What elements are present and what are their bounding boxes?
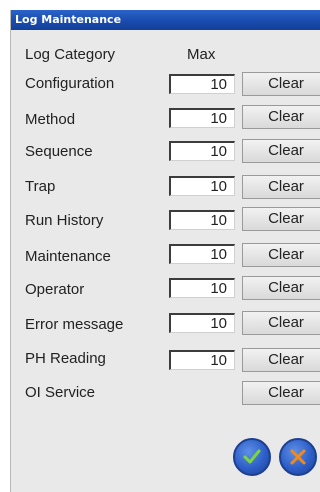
method-max-input[interactable] (169, 108, 235, 128)
configuration-max-input[interactable] (169, 74, 235, 94)
window-title: Log Maintenance (11, 10, 320, 30)
ok-button[interactable] (233, 438, 271, 476)
operator-clear-button[interactable]: Clear (242, 276, 320, 300)
row-label-operator: Operator (25, 281, 85, 298)
cancel-button[interactable] (279, 438, 317, 476)
row-label-ph-reading: PH Reading (25, 350, 106, 367)
ph-reading-clear-button[interactable]: Clear (242, 348, 320, 372)
x-icon (290, 449, 306, 465)
ph-reading-max-input[interactable] (169, 350, 235, 370)
row-label-run-history: Run History (25, 212, 104, 229)
row-label-error-message: Error message (25, 316, 124, 333)
maintenance-max-input[interactable] (169, 244, 235, 264)
error-message-max-input[interactable] (169, 313, 235, 333)
error-message-clear-button[interactable]: Clear (242, 311, 320, 335)
sequence-max-input[interactable] (169, 141, 235, 161)
row-label-oi-service: OI Service (25, 384, 96, 401)
maintenance-clear-button[interactable]: Clear (242, 243, 320, 267)
row-label-configuration: Configuration (25, 75, 115, 92)
sequence-clear-button[interactable]: Clear (242, 139, 320, 163)
oi-service-clear-button[interactable]: Clear (242, 381, 320, 405)
operator-max-input[interactable] (169, 278, 235, 298)
run-history-clear-button[interactable]: Clear (242, 207, 320, 231)
log-maintenance-window: Log Maintenance Log Category Max Configu… (10, 10, 320, 492)
trap-clear-button[interactable]: Clear (242, 175, 320, 199)
log-category-header: Log Category (25, 46, 116, 63)
row-label-sequence: Sequence (25, 143, 93, 160)
method-clear-button[interactable]: Clear (242, 105, 320, 129)
run-history-max-input[interactable] (169, 210, 235, 230)
max-header: Max (187, 46, 216, 63)
checkmark-icon (243, 449, 261, 464)
row-label-trap: Trap (25, 178, 56, 195)
configuration-clear-button[interactable]: Clear (242, 72, 320, 96)
row-label-maintenance: Maintenance (25, 248, 111, 265)
trap-max-input[interactable] (169, 176, 235, 196)
row-label-method: Method (25, 111, 76, 128)
